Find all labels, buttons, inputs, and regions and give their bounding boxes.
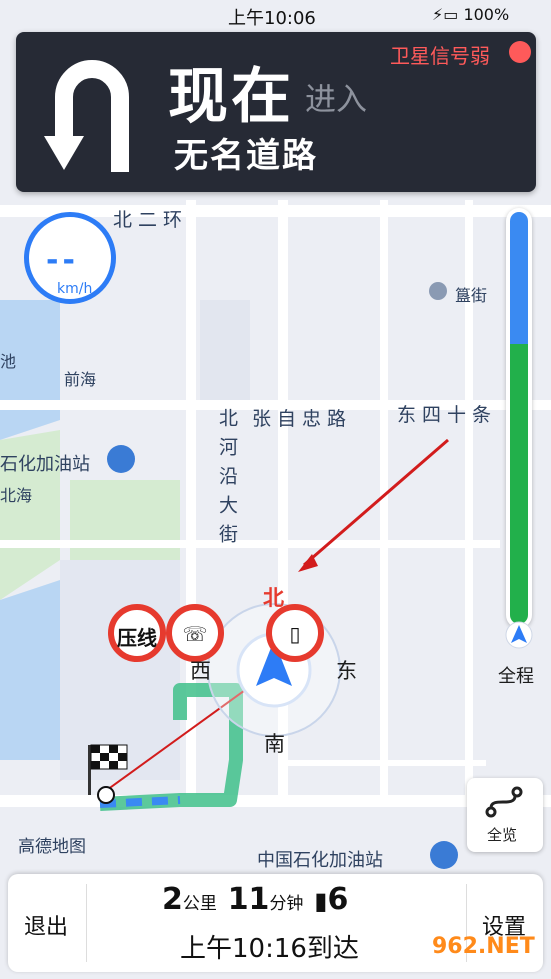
u-turn-icon (44, 60, 129, 172)
progress-car-icon (505, 621, 533, 649)
watermark: 962.NET (432, 934, 535, 959)
distance-value: 2 (162, 882, 183, 917)
place-qianhai: 前海 (64, 370, 97, 389)
divider (86, 884, 87, 962)
no-phone-sign-2: ▯ (266, 604, 324, 662)
place-chi: 池 (0, 352, 17, 371)
trip-stats: 2公里 11分钟 ▮6 (162, 882, 348, 917)
distance-unit: 公里 (182, 894, 217, 914)
road-label-zhangzizhong: 张自忠路 (252, 408, 353, 430)
gps-signal-warning: 卫星信号弱 (390, 44, 490, 68)
traffic-light-icon: ▮ (314, 887, 328, 915)
route-overview-icon (485, 786, 523, 818)
compass-north: 北 (263, 586, 284, 610)
gas-station-icon (107, 445, 135, 473)
no-phone-sign: ☏ (166, 604, 224, 662)
instruction-title: 现在 (168, 62, 294, 132)
battery-percent: 100% (463, 5, 510, 24)
progress-remaining (510, 344, 528, 624)
road-label-beierhuan: 北二环 (113, 209, 189, 231)
speed-unit: km/h (57, 281, 93, 297)
instruction-action: 进入 (305, 82, 367, 118)
speed-value: -- (46, 243, 79, 278)
exit-button[interactable]: 退出 (24, 909, 68, 941)
instruction-road: 无名道路 (174, 136, 318, 176)
time-value: 11 (227, 882, 270, 917)
compass-south: 南 (264, 732, 285, 756)
time-unit: 分钟 (269, 894, 304, 914)
status-bar: 上午10:06 ⚡▭ 100% (0, 0, 551, 30)
place-gas-bottom: 中国石化加油站 (257, 850, 383, 871)
satellite-icon (509, 41, 531, 63)
road-label-dongsi: 东四十条 (397, 404, 498, 426)
place-guijie: 簋街 (455, 286, 488, 305)
route-progress-bar (506, 208, 532, 628)
navigation-instruction-card[interactable]: 现在 进入 无名道路 卫星信号弱 (16, 32, 536, 192)
place-gas-left: 石化加油站 (0, 454, 90, 475)
status-time: 上午10:06 (228, 8, 316, 29)
amap-logo: 高德地图 (18, 837, 86, 857)
place-beihai: 北海 (0, 486, 33, 505)
lake-lower (0, 580, 70, 760)
compass-west: 西 (190, 659, 211, 683)
compass-east: 东 (336, 659, 357, 683)
full-route-button[interactable]: 全程 (498, 662, 534, 688)
road-label-beiheyan: 北河沿大街 (216, 408, 238, 553)
overview-label: 全览 (487, 826, 518, 844)
traffic-light-count: 6 (327, 882, 349, 917)
progress-traveled (510, 212, 528, 344)
eta-text: 上午10:16到达 (180, 934, 359, 964)
no-line-press-sign: 压线 (108, 604, 166, 662)
overview-button[interactable]: 全览 (467, 778, 543, 852)
destination-flag-icon (90, 744, 128, 770)
battery-indicator: ⚡▭ 100% (432, 5, 510, 24)
gas-station-icon-2 (430, 841, 458, 869)
speedometer: -- km/h (24, 212, 116, 304)
